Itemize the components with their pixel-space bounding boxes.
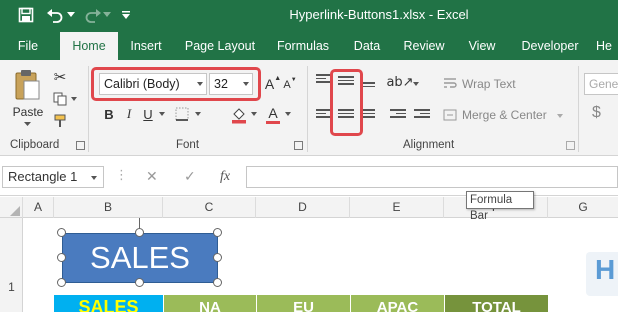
copy-dropdown-icon[interactable] [70,95,78,103]
resize-handle-top-right[interactable] [213,228,222,237]
ribbon-tabs: File Home Insert Page Layout Formulas Da… [0,32,618,60]
merge-dropdown-icon[interactable] [556,112,564,120]
apac-header-cell[interactable]: APAC [350,295,444,312]
formula-bar-tooltip: Formula Bar [466,191,534,222]
wrap-text-button[interactable]: Wrap Text [462,77,516,91]
tab-review[interactable]: Review [398,32,450,60]
fill-color-dropdown-icon[interactable] [250,110,258,118]
wrap-text-icon[interactable] [442,76,458,90]
row-headers: 1 [0,218,23,312]
formula-bar: Rectangle 1 ⋮ ✕ ✓ fx [0,156,618,196]
ribbon-home: Paste ✂ Clipboard Calibri (Body) 32 A ▲ A… [0,60,618,156]
cut-icon[interactable]: ✂ [50,68,70,86]
tab-page-layout[interactable]: Page Layout [180,32,260,60]
resize-handle-top[interactable] [135,228,144,237]
tab-data[interactable]: Data [348,32,386,60]
font-highlight-box [91,67,261,101]
group-separator [307,66,308,152]
tab-file[interactable]: File [8,32,48,60]
name-box-value: Rectangle 1 [8,169,78,184]
bottom-align-icon[interactable] [361,82,377,96]
cancel-icon[interactable]: ✕ [146,169,158,185]
merge-center-icon[interactable] [442,108,458,122]
borders-icon[interactable] [172,104,192,124]
increase-indent-icon[interactable] [414,109,430,123]
resize-handle-bottom[interactable] [135,278,144,287]
clipboard-launcher-icon[interactable] [76,141,85,150]
clipboard-group-label: Clipboard [10,139,60,151]
select-all-corner[interactable] [0,197,23,218]
partial-button-shape[interactable]: H [586,252,618,296]
column-header-d[interactable]: D [256,197,350,218]
number-format-value: Gene [589,77,618,91]
paste-icon[interactable] [12,68,42,102]
resize-handle-bottom-right[interactable] [213,278,222,287]
orientation-icon[interactable]: ab↗ [386,74,413,90]
fill-color-icon[interactable] [228,104,250,126]
underline-button[interactable]: U [139,104,157,124]
insert-function-icon[interactable]: fx [220,169,230,185]
chevron-down-icon [91,176,97,180]
sales-header-cell[interactable]: SALES [54,295,163,312]
enter-icon[interactable]: ✓ [184,169,196,185]
paste-label[interactable]: Paste [8,104,48,120]
copy-icon[interactable] [50,90,70,108]
font-color-dropdown-icon[interactable] [284,110,292,118]
group-separator [88,66,89,152]
tab-help[interactable]: He [596,32,618,60]
column-header-e[interactable]: E [350,197,444,218]
total-header-cell[interactable]: TOTAL [444,295,548,312]
bold-button[interactable]: B [100,104,118,124]
eu-header-cell[interactable]: EU [256,295,350,312]
na-header-cell[interactable]: NA [163,295,256,312]
tab-developer[interactable]: Developer [514,32,586,60]
column-header-b[interactable]: B [54,197,163,218]
group-separator [578,66,579,152]
title-bar: Hyperlink-Buttons1.xlsx - Excel [0,0,618,32]
column-header-c[interactable]: C [163,197,256,218]
number-format-dropdown[interactable]: Gene [584,73,618,95]
alignment-group-label: Alignment [403,139,455,151]
paste-dropdown-icon[interactable] [22,120,32,128]
font-launcher-icon[interactable] [294,141,303,150]
formula-bar-grip-icon[interactable]: ⋮ [115,168,128,183]
currency-button[interactable]: $ [592,104,601,122]
column-header-g[interactable]: G [548,197,618,218]
orientation-dropdown-icon[interactable] [412,80,420,88]
partial-button-text: H [595,254,616,285]
format-painter-icon[interactable] [50,112,70,130]
tab-insert[interactable]: Insert [124,32,168,60]
tab-view[interactable]: View [462,32,502,60]
decrease-font-size-button[interactable]: A ▼ [282,76,298,94]
resize-handle-top-left[interactable] [57,228,66,237]
resize-handle-bottom-left[interactable] [57,278,66,287]
row-header-1[interactable]: 1 [0,280,23,294]
increase-font-size-button[interactable]: A ▲ [264,74,282,94]
window-title: Hyperlink-Buttons1.xlsx - Excel [289,7,469,22]
resize-handle-right[interactable] [213,253,222,262]
tab-home[interactable]: Home [60,32,118,60]
underline-dropdown-icon[interactable] [158,110,166,118]
resize-handle-left[interactable] [57,253,66,262]
decrease-indent-icon[interactable] [390,109,406,123]
alignment-highlight-box [330,69,363,136]
formula-input[interactable] [246,166,618,188]
borders-dropdown-icon[interactable] [194,110,202,118]
merge-center-button[interactable]: Merge & Center [462,108,547,122]
font-group-label: Font [176,139,200,151]
sales-button-shape[interactable]: SALES [62,233,218,283]
alignment-launcher-icon[interactable] [566,141,575,150]
column-header-a[interactable]: A [23,197,54,218]
font-color-button[interactable]: A [264,104,282,126]
italic-button[interactable]: I [120,104,138,124]
tab-formulas[interactable]: Formulas [272,32,334,60]
align-right-icon[interactable] [361,109,377,123]
name-box[interactable]: Rectangle 1 [2,166,104,188]
